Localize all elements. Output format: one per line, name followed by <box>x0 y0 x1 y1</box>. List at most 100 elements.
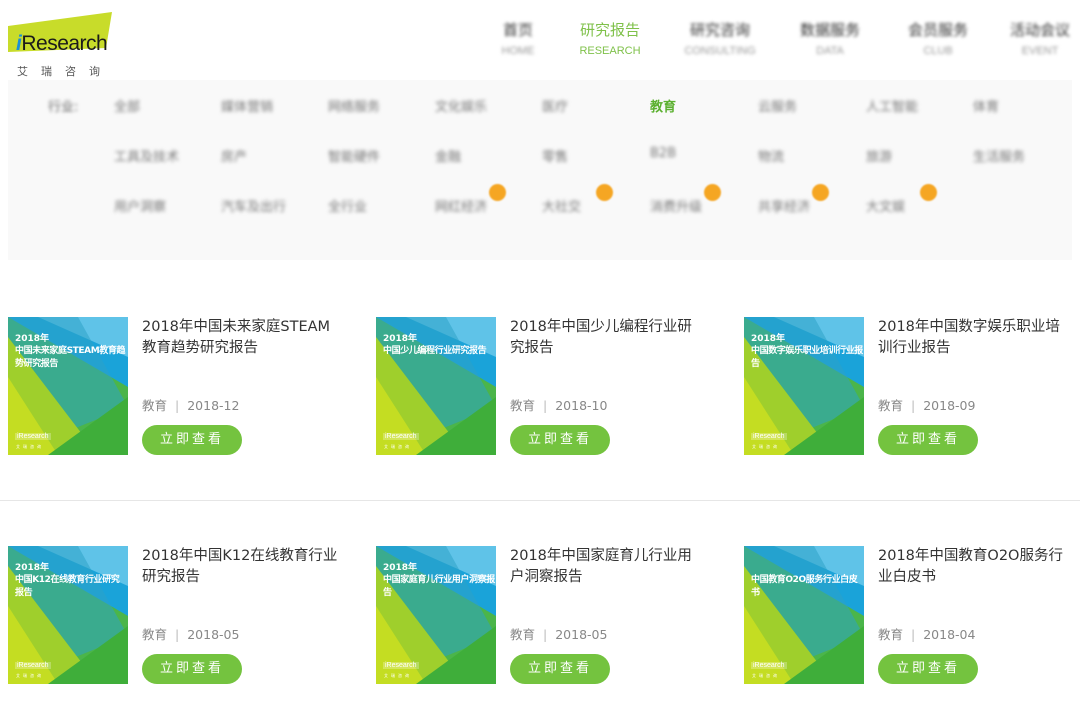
nav-sublabel: CLUB <box>923 45 953 57</box>
filter-category[interactable]: 体育 <box>973 96 999 115</box>
meta-separator: | <box>543 627 548 642</box>
meta-separator: | <box>175 627 180 642</box>
filter-category[interactable]: 网络服务 <box>328 96 380 115</box>
filter-category[interactable]: 房产 <box>221 146 247 165</box>
cover-logo-sub: 艾瑞咨询 <box>16 444 44 449</box>
report-meta: 教育 | 2018-04 <box>878 624 975 643</box>
report-title[interactable]: 2018年中国家庭育儿行业用户洞察报告 <box>510 546 706 588</box>
nav-item-club[interactable]: 会员服务 CLUB <box>893 20 983 60</box>
report-meta: 教育 | 2018-09 <box>878 395 975 414</box>
main-nav: 首页 HOME 研究报告 RESEARCH 研究咨询 CONSULTING 数据服务 DATA… <box>0 20 1080 60</box>
cover-year: 2018年 <box>383 334 418 344</box>
report-meta: 教育 | 2018-12 <box>142 395 239 414</box>
cover-title: 中国少儿编程行业研究报告 <box>383 346 487 356</box>
filter-category[interactable]: 物流 <box>758 146 784 165</box>
report-cover[interactable]: 2018年中国少儿编程行业研究报告 iResearch 艾瑞咨询 <box>376 317 496 455</box>
report-cover[interactable]: 2018年 中国数字娱乐职业培训行业报告 iResearch 艾瑞咨询 <box>744 317 864 455</box>
cover-logo: iResearch <box>751 433 787 440</box>
report-cover[interactable]: 中国教育O2O服务行业白皮书 iResearch 艾瑞咨询 <box>744 546 864 684</box>
hot-badge-icon <box>812 184 829 201</box>
view-report-button[interactable]: 立即查看 <box>142 425 242 455</box>
cover-year: 2018年 <box>15 334 50 344</box>
report-card: 2018年 中国家庭育儿行业用户洞察报告 iResearch 艾瑞咨询 2018年中国家… <box>376 546 726 686</box>
filter-category[interactable]: 云服务 <box>758 96 797 115</box>
meta-separator: | <box>543 398 548 413</box>
filter-category[interactable]: 全部 <box>114 96 140 115</box>
filter-category[interactable]: 汽车及出行 <box>221 196 286 215</box>
hot-badge-icon <box>704 184 721 201</box>
meta-separator: | <box>911 627 916 642</box>
filter-category[interactable]: 大文娱 <box>866 196 905 215</box>
nav-label: 数据服务 <box>799 21 860 39</box>
filter-category[interactable]: 工具及技术 <box>114 146 179 165</box>
report-card: 2018年 中国数字娱乐职业培训行业报告 iResearch 艾瑞咨询 2018年中国数… <box>744 317 1080 457</box>
filter-category[interactable]: 智能硬件 <box>328 146 380 165</box>
filter-category[interactable]: 文化娱乐 <box>435 96 487 115</box>
nav-label: 活动会议 <box>1009 21 1070 39</box>
cover-logo-sub: 艾瑞咨询 <box>752 444 780 449</box>
filter-category[interactable]: 大社交 <box>542 196 581 215</box>
logo-subtitle: 艾瑞咨询 <box>17 65 113 78</box>
cover-year: 2018年 <box>15 563 50 573</box>
report-category: 教育 <box>878 398 904 413</box>
filter-label: 行业: <box>48 100 79 115</box>
filter-category[interactable]: 人工智能 <box>866 96 918 115</box>
report-date: 2018-09 <box>923 398 976 413</box>
nav-sublabel: HOME <box>501 45 535 57</box>
report-title[interactable]: 2018年中国教育O2O服务行业白皮书 <box>878 546 1074 588</box>
report-date: 2018-10 <box>555 398 608 413</box>
cover-logo: iResearch <box>383 433 419 440</box>
report-meta: 教育 | 2018-10 <box>510 395 607 414</box>
cover-logo-sub: 艾瑞咨询 <box>752 673 780 678</box>
report-title[interactable]: 2018年中国K12在线教育行业研究报告 <box>142 546 338 588</box>
nav-item-event[interactable]: 活动会议 EVENT <box>995 20 1080 60</box>
report-meta: 教育 | 2018-05 <box>510 624 607 643</box>
filter-category[interactable]: B2B <box>650 146 676 161</box>
view-report-button[interactable]: 立即查看 <box>510 654 610 684</box>
filter-category[interactable]: 教育 <box>650 96 676 115</box>
filter-category[interactable]: 生活服务 <box>973 146 1025 165</box>
cover-logo-sub: 艾瑞咨询 <box>384 444 412 449</box>
view-report-button[interactable]: 立即查看 <box>142 654 242 684</box>
hot-badge-icon <box>489 184 506 201</box>
nav-sublabel: EVENT <box>1021 45 1059 57</box>
filter-category[interactable]: 网红经济 <box>435 196 487 215</box>
report-title[interactable]: 2018年中国未来家庭STEAM教育趋势研究报告 <box>142 317 338 359</box>
filter-category[interactable]: 消费升级 <box>650 196 702 215</box>
cover-logo: iResearch <box>751 662 787 669</box>
report-title[interactable]: 2018年中国少儿编程行业研究报告 <box>510 317 706 359</box>
report-date: 2018-04 <box>923 627 976 642</box>
cover-title: 中国家庭育儿行业用户洞察报告 <box>383 575 495 598</box>
view-report-button[interactable]: 立即查看 <box>510 425 610 455</box>
filter-category[interactable]: 全行业 <box>328 196 367 215</box>
report-card: 2018年 中国K12在线教育行业研究报告 iResearch 艾瑞咨询 2018年中国… <box>8 546 358 686</box>
nav-item-consulting[interactable]: 研究咨询 CONSULTING <box>675 20 765 60</box>
nav-item-research[interactable]: 研究报告 RESEARCH <box>565 20 655 60</box>
filter-category[interactable]: 医疗 <box>542 96 568 115</box>
report-category: 教育 <box>878 627 904 642</box>
filter-category[interactable]: 零售 <box>542 146 568 165</box>
filter-category[interactable]: 旅游 <box>866 146 892 165</box>
report-cover[interactable]: 2018年 中国K12在线教育行业研究报告 iResearch 艾瑞咨询 <box>8 546 128 684</box>
nav-label: 会员服务 <box>907 21 968 39</box>
cover-logo: iResearch <box>383 662 419 669</box>
view-report-button[interactable]: 立即查看 <box>878 654 978 684</box>
report-title[interactable]: 2018年中国数字娱乐职业培训行业报告 <box>878 317 1074 359</box>
report-card: 2018年 中国未来家庭STEAM教育趋势研究报告 iResearch 艾瑞咨询 201… <box>8 317 358 457</box>
report-cover[interactable]: 2018年 中国未来家庭STEAM教育趋势研究报告 iResearch 艾瑞咨询 <box>8 317 128 455</box>
report-cover[interactable]: 2018年 中国家庭育儿行业用户洞察报告 iResearch 艾瑞咨询 <box>376 546 496 684</box>
nav-label: 研究报告 <box>579 21 640 39</box>
nav-item-data[interactable]: 数据服务 DATA <box>785 20 875 60</box>
nav-item-home[interactable]: 首页 HOME <box>473 20 563 60</box>
filter-category[interactable]: 媒体营销 <box>221 96 273 115</box>
cover-title: 中国教育O2O服务行业白皮书 <box>751 575 858 598</box>
view-report-button[interactable]: 立即查看 <box>878 425 978 455</box>
cover-year: 2018年 <box>751 334 786 344</box>
nav-label: 首页 <box>502 21 533 39</box>
meta-separator: | <box>175 398 180 413</box>
cover-year: 2018年 <box>383 563 418 573</box>
filter-category[interactable]: 金融 <box>435 146 461 165</box>
filter-category[interactable]: 用户洞察 <box>114 196 166 215</box>
report-card: 2018年 中国少儿编程行业研究报告 iResearch 艾瑞咨询 2018年中国少儿编… <box>376 317 726 457</box>
filter-category[interactable]: 共享经济 <box>758 196 810 215</box>
